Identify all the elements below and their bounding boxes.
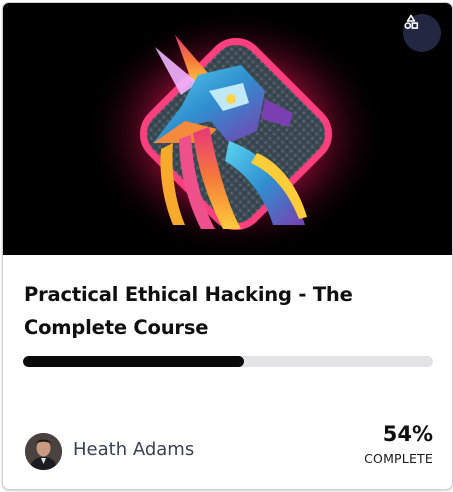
shapes-icon — [404, 14, 419, 29]
author-avatar — [25, 433, 62, 470]
progress-bar-fill — [23, 356, 245, 367]
course-title[interactable]: Practical Ethical Hacking - The Complete… — [24, 278, 424, 344]
anubis-artwork — [85, 8, 385, 255]
course-thumbnail[interactable] — [3, 3, 452, 255]
course-type-badge[interactable] — [403, 14, 441, 52]
progress-label: COMPLETE — [364, 451, 433, 466]
progress-percent: 54% — [382, 422, 433, 446]
progress-bar — [23, 356, 433, 367]
author-name: Heath Adams — [73, 439, 195, 460]
course-card[interactable]: Practical Ethical Hacking - The Complete… — [2, 2, 453, 490]
course-info: Practical Ethical Hacking - The Complete… — [3, 255, 452, 489]
